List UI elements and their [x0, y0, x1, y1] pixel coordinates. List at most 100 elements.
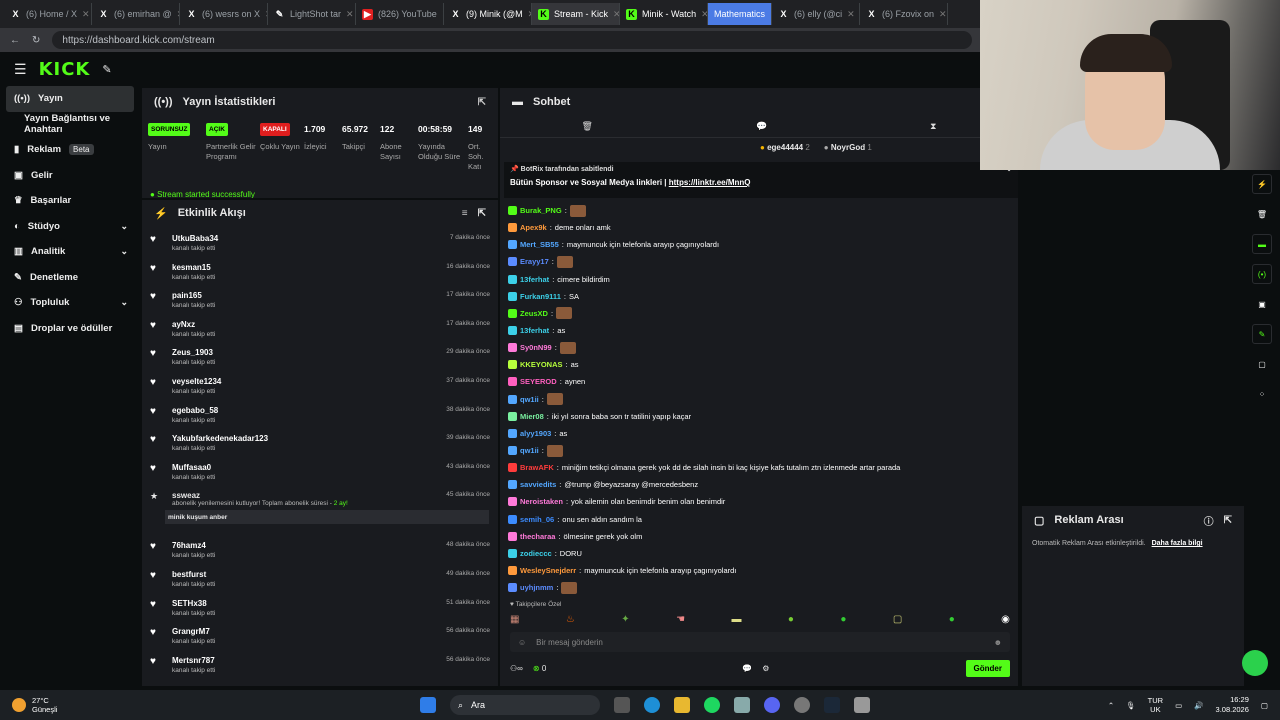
smiley-icon[interactable]: ☻ [994, 638, 1002, 647]
tab-group-label[interactable]: Mathematics [708, 3, 773, 25]
chevron-up-icon[interactable]: ⌃ [1108, 701, 1114, 710]
browser-tab[interactable]: X (6) elly (@ci ✕ [772, 3, 861, 25]
volume-icon[interactable]: 🔊 [1194, 701, 1203, 710]
browser-tab[interactable]: K Minik - Watch ✕ [620, 3, 708, 25]
popout-icon[interactable]: ⇱ [478, 97, 486, 108]
emoji-icon[interactable]: ☺ [518, 638, 526, 647]
event-user[interactable]: UtkuBaba34 [172, 234, 218, 244]
users-icon[interactable]: ▣ [1252, 294, 1272, 314]
send-button[interactable]: Gönder [965, 659, 1010, 677]
reload-icon[interactable]: ↻ [32, 35, 40, 46]
taskbar-search[interactable]: ⌕ Ara [450, 695, 600, 715]
popout-icon[interactable]: ⇱ [478, 208, 486, 219]
event-user[interactable]: Mertsnr787 [172, 656, 215, 666]
edge-icon[interactable] [644, 697, 660, 713]
clock[interactable]: 16:29 3.08.2026 [1216, 695, 1249, 715]
chat-username[interactable]: Mert_SB55 [520, 240, 559, 249]
browser-tab[interactable]: X(6) emirhan @✕ [92, 3, 180, 25]
close-icon[interactable]: ✕ [346, 9, 354, 20]
notification-icon[interactable]: ▢ [1261, 701, 1268, 710]
chat-username[interactable]: semih_06 [520, 515, 554, 524]
bolt-icon[interactable]: ⚡ [1252, 174, 1272, 194]
broadcast-icon[interactable]: (•) [1252, 264, 1272, 284]
chat-username[interactable]: qw1ii [520, 446, 539, 455]
emote-button[interactable]: ● [788, 614, 794, 628]
sidebar-item-reklam[interactable]: ▮ Reklam Beta [0, 137, 140, 163]
trash-icon[interactable]: 🗑 [1252, 204, 1272, 224]
folder-icon[interactable] [674, 697, 690, 713]
chrome-icon[interactable] [794, 697, 810, 713]
close-icon[interactable]: ✕ [613, 9, 619, 20]
language-indicator[interactable]: TUR UK [1148, 696, 1163, 714]
event-user[interactable]: egebabo_58 [172, 406, 218, 416]
chat-username[interactable]: Mier08 [520, 412, 544, 421]
more-icon[interactable]: ⁘ [1252, 384, 1272, 404]
browser-tab[interactable]: ✎ LightShot tar ✕ [268, 3, 356, 25]
event-user[interactable]: bestfurst [172, 570, 215, 580]
sidebar-item-studyo[interactable]: ◐ Stüdyo ⌄ [0, 214, 140, 240]
pinned-link[interactable]: https://linktr.ee/MnnQ [669, 178, 751, 187]
chat-input[interactable]: ☺ Bir mesaj gönderin ☻ [510, 632, 1010, 652]
chat-username[interactable]: Sy0nN99 [520, 343, 552, 352]
event-user[interactable]: Yakubfarkedenekadar123 [172, 434, 268, 444]
event-user[interactable]: ssweaz [172, 491, 348, 500]
chat-username[interactable]: Erayy17 [520, 257, 549, 266]
spotify-icon[interactable] [704, 697, 720, 713]
task-view-icon[interactable] [614, 697, 630, 713]
chat-username[interactable]: 13ferhat [520, 326, 549, 335]
browser-tab-active[interactable]: K Stream - Kick ✕ [532, 3, 620, 25]
chat-username[interactable]: zodieccc [520, 549, 552, 558]
chat-username[interactable]: alyy1903 [520, 429, 551, 438]
chat-username[interactable]: 13ferhat [520, 275, 549, 284]
chat-icon[interactable]: ▬ [1252, 234, 1272, 254]
browser-tab[interactable]: X (6) Fzovix on ✕ [860, 3, 949, 25]
close-icon[interactable]: ✕ [701, 9, 707, 20]
floating-action-button[interactable] [1242, 650, 1268, 676]
chat-username[interactable]: thecharaa [520, 532, 555, 541]
close-icon[interactable]: ✕ [939, 9, 947, 20]
url-field[interactable]: https://dashboard.kick.com/stream [52, 31, 972, 49]
chat-username[interactable]: savviedits [520, 480, 556, 489]
emote-button[interactable]: ◉ [1001, 614, 1010, 628]
chat-bubble-icon[interactable]: 💬 [742, 664, 752, 673]
close-icon[interactable]: ✕ [847, 9, 855, 20]
chat-username[interactable]: Neroistaken [520, 497, 563, 506]
info-icon[interactable]: ⓘ [1204, 513, 1214, 528]
weather-widget[interactable]: 27°C Güneşli [0, 696, 420, 714]
chat-username[interactable]: Burak_PNG [520, 206, 562, 215]
sidebar-item-denetleme[interactable]: ✎ Denetleme [0, 265, 140, 291]
emote-button[interactable]: ● [840, 614, 846, 628]
learn-more-link[interactable]: Daha fazla bilgi [1152, 540, 1203, 547]
users-icon[interactable]: ⚇∞ [510, 664, 523, 673]
chat-username[interactable]: ZeusXD [520, 309, 548, 318]
sidebar-item-topluluk[interactable]: ⚇ Topluluk ⌄ [0, 290, 140, 316]
event-user[interactable]: SETHx38 [172, 599, 215, 609]
browser-tab[interactable]: X(6) wesrs on X✕ [180, 3, 268, 25]
emote-button[interactable]: ✦ [621, 614, 629, 628]
event-user[interactable]: GrangrM7 [172, 627, 215, 637]
emote-button[interactable]: ● [949, 614, 955, 628]
event-user[interactable]: veyselte1234 [172, 377, 221, 387]
sidebar-item-droplar[interactable]: ▤ Droplar ve ödüller [0, 316, 140, 342]
pin-icon[interactable]: ✎ [102, 63, 111, 76]
chat-bubble-icon[interactable]: 💬 [756, 121, 767, 132]
window-icon[interactable]: ▢ [1252, 354, 1272, 374]
app-icon[interactable] [734, 697, 750, 713]
browser-tab[interactable]: X(9) Minik (@M✕ [444, 3, 532, 25]
menu-icon[interactable]: ☰ [14, 61, 27, 78]
popout-icon[interactable]: ⇱ [1224, 515, 1232, 526]
event-user[interactable]: ayNxz [172, 320, 215, 330]
event-user[interactable]: 76hamz4 [172, 541, 215, 551]
chat-username[interactable]: KKEYONAS [520, 360, 563, 369]
emote-button[interactable]: ▬ [731, 614, 741, 628]
sidebar-item-stream-key[interactable]: Yayın Bağlantısı ve Anahtarı [0, 112, 140, 138]
back-icon[interactable]: ← [10, 35, 20, 46]
chat-username[interactable]: WesleySnejderr [520, 566, 576, 575]
sidebar-item-analitik[interactable]: ▥ Analitik ⌄ [0, 239, 140, 265]
emote-button[interactable]: ▢ [893, 614, 902, 628]
gifter-item[interactable]: ● ege44444 2 [760, 143, 810, 152]
emote-button[interactable]: ♨ [566, 614, 575, 628]
chat-username[interactable]: SEYEROD [520, 377, 557, 386]
emote-button[interactable]: ▦ [510, 614, 519, 628]
event-user[interactable]: pain165 [172, 291, 215, 301]
